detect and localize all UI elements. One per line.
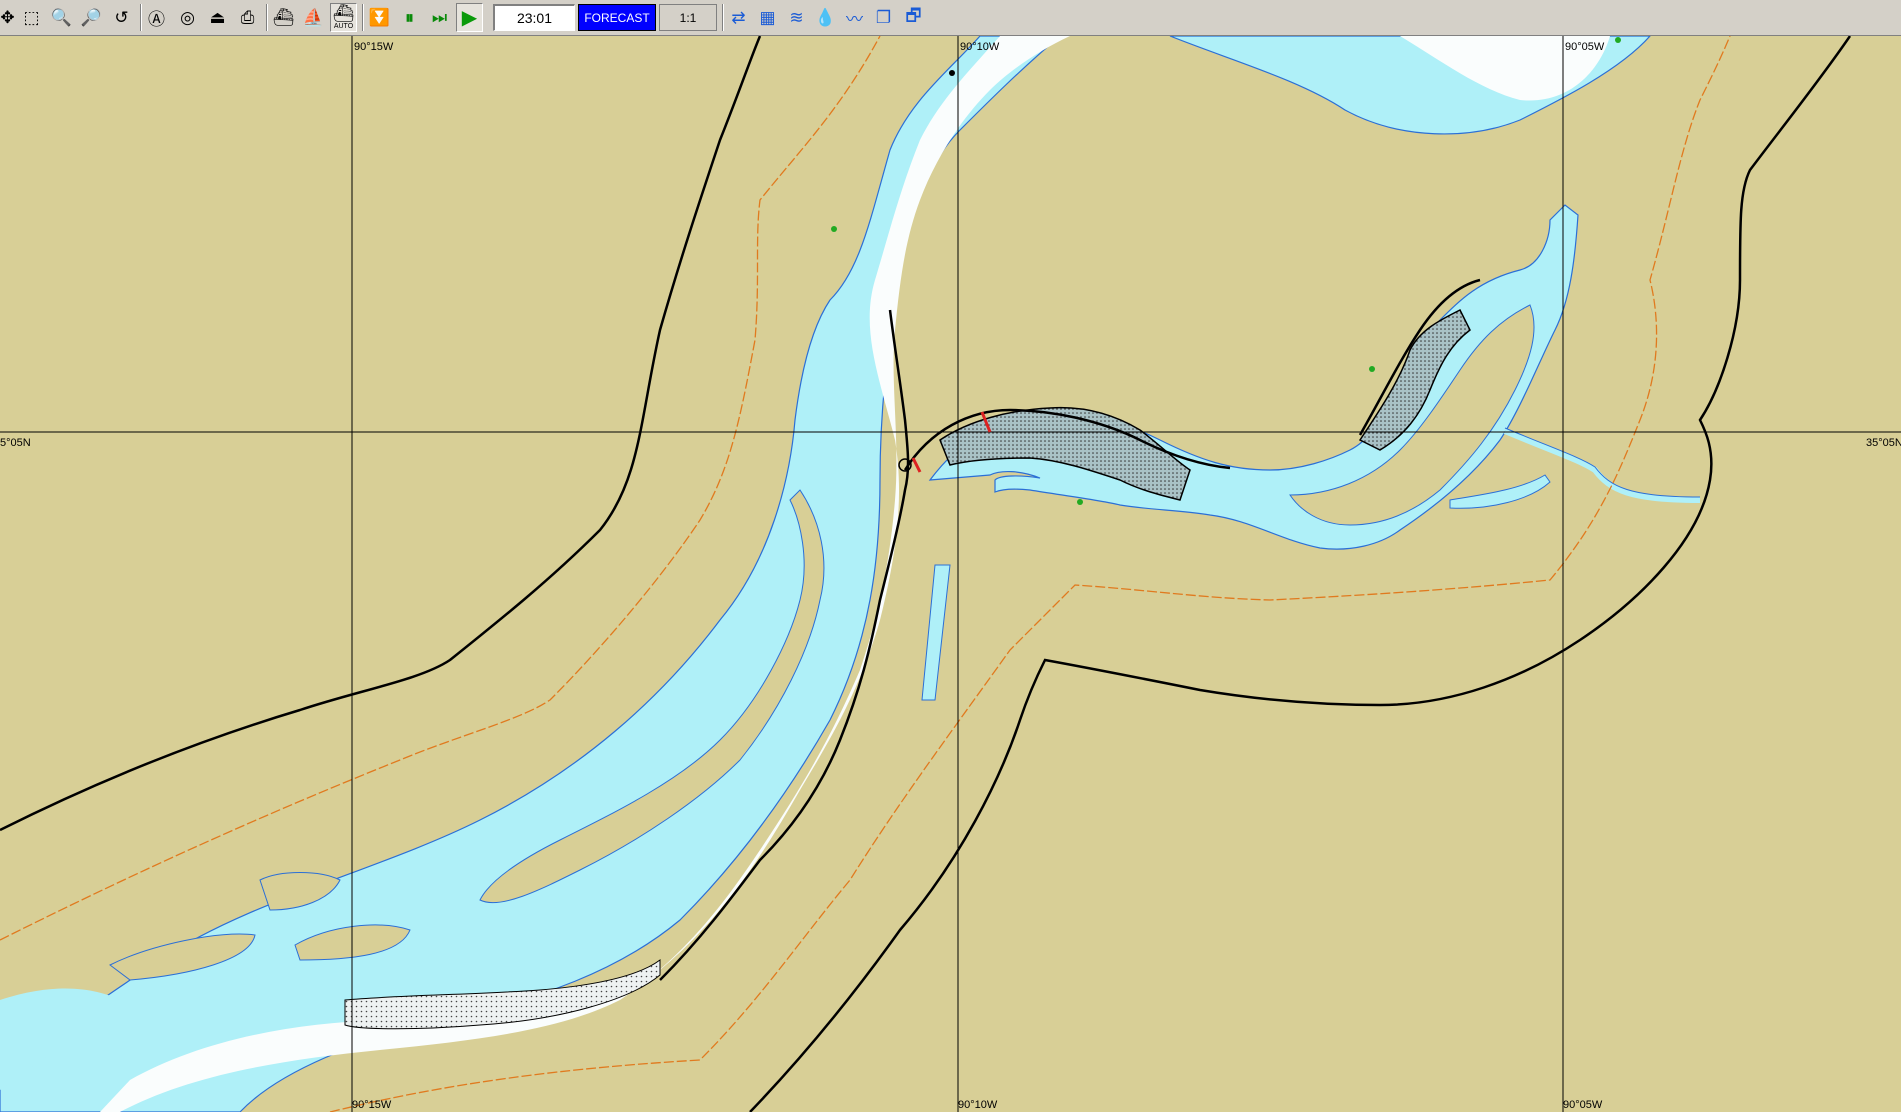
zoom-in-icon[interactable]: 🔍 (48, 3, 75, 32)
forecast-button[interactable]: FORECAST (578, 4, 656, 31)
longitude-label-top: 90°15W (354, 41, 394, 53)
longitude-label-top: 90°10W (960, 41, 1000, 53)
chart-map[interactable]: 90°15W 90°10W 90°05W 90°15W 90°10W 90°05… (0, 36, 1901, 1112)
green-marker[interactable] (1077, 499, 1083, 505)
grid-layer-icon[interactable]: ▦ (754, 3, 781, 32)
copy-layer-icon[interactable]: ❐ (870, 3, 897, 32)
toolbar-separator (266, 4, 268, 31)
longitude-label-bottom: 90°15W (352, 1099, 392, 1111)
longitude-label-top: 90°05W (1565, 41, 1605, 53)
current-layer-icon[interactable]: ⇄ (725, 3, 752, 32)
latitude-label-left: 5°05N (0, 437, 31, 449)
print-icon[interactable]: ⎙ (234, 3, 261, 32)
stop-icon[interactable]: ⏬ (366, 3, 393, 32)
toolbar-separator (362, 4, 364, 31)
longitude-label-bottom: 90°10W (958, 1099, 998, 1111)
zoom-window-icon[interactable]: ⬚ (18, 3, 45, 32)
toolbar-separator (140, 4, 142, 31)
time-display[interactable]: 23:01 (493, 4, 575, 31)
black-marker[interactable] (949, 70, 955, 76)
wind-layer-icon[interactable]: ≋ (783, 3, 810, 32)
toolbar-separator (722, 4, 724, 31)
center-target-icon[interactable]: ◎ (174, 3, 201, 32)
play-icon[interactable]: ▶ (456, 3, 483, 32)
auto-ship-icon[interactable]: ⛴ AUTO (330, 3, 357, 32)
window-layer-icon[interactable]: 🗗 (900, 3, 927, 32)
green-marker[interactable] (1369, 366, 1375, 372)
water-layer-icon[interactable]: 💧 (812, 3, 839, 32)
longitude-label-bottom: 90°05W (1563, 1099, 1603, 1111)
north-arrow-icon[interactable]: Ⓐ (143, 3, 170, 32)
scale-display[interactable]: 1:1 (659, 4, 717, 31)
zoom-out-icon[interactable]: 🔎 (78, 3, 105, 32)
auto-label: AUTO (333, 23, 354, 30)
toolbar: ✥ ⬚ 🔍 🔎 ↺ Ⓐ ◎ ⏏ ⎙ ⛴ ⛵ ⛴ AUTO ⏬ ⏸ ⏭ ▶ 23:… (0, 0, 1901, 36)
green-marker[interactable] (1615, 37, 1621, 43)
fast-forward-icon[interactable]: ⏭ (426, 3, 453, 32)
undo-zoom-icon[interactable]: ↺ (108, 3, 135, 32)
export-icon[interactable]: ⏏ (204, 3, 231, 32)
ship-small-icon[interactable]: ⛵ (300, 3, 327, 32)
ship-icon[interactable]: ⛴ (270, 3, 297, 32)
latitude-label-right: 35°05N (1866, 437, 1901, 449)
pause-icon[interactable]: ⏸ (396, 3, 423, 32)
tide-layer-icon[interactable]: 〰 (841, 3, 868, 32)
green-marker[interactable] (831, 226, 837, 232)
